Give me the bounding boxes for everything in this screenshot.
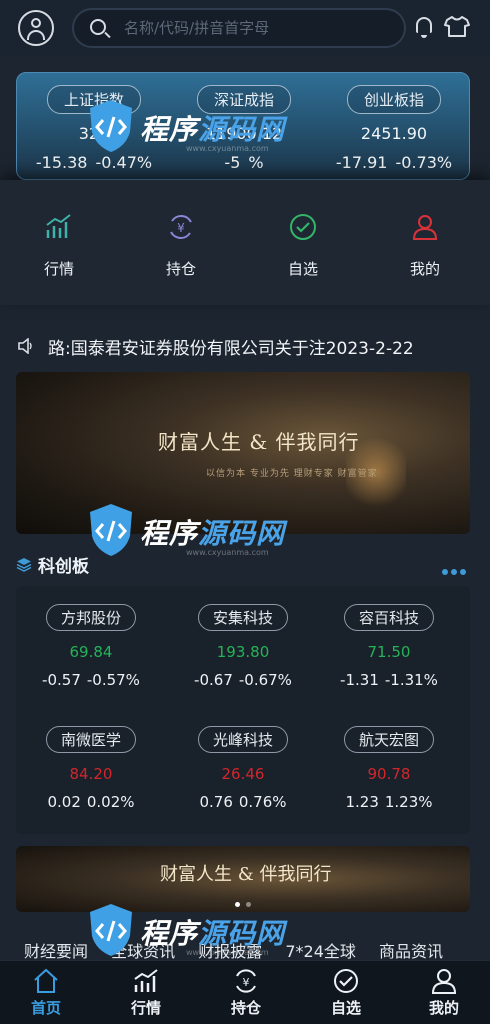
tab-label: 我的 [428, 999, 459, 1017]
tab-label: 持仓 [230, 999, 261, 1017]
shirt-icon[interactable] [444, 15, 470, 37]
svg-text:¥: ¥ [243, 976, 250, 989]
stock-name: 方邦股份 [45, 604, 136, 631]
yuan-cycle-icon: ¥ [236, 969, 256, 993]
index-change: -15.38 -0.47% [35, 153, 153, 172]
quick-nav-mine[interactable]: 我的 [380, 212, 470, 279]
quick-nav-label: 持仓 [165, 260, 196, 278]
notice-bar[interactable]: 路:国泰君安证券股份有限公司关于注2023-2-22 [0, 332, 490, 360]
stock-price: 90.78 [367, 765, 411, 783]
yuan-cycle-icon: ¥ [170, 215, 192, 239]
tab-holdings[interactable]: ¥ 持仓 [216, 967, 276, 1018]
stock-change: 1.23 1.23% [345, 793, 433, 811]
stock-change: 0.02 0.02% [47, 793, 135, 811]
index-name: 创业板指 [346, 85, 441, 114]
stock-name: 南微医学 [45, 726, 136, 753]
tab-label: 行情 [130, 999, 161, 1017]
stock-price: 26.46 [221, 765, 265, 783]
quick-nav-label: 我的 [409, 260, 440, 278]
chart-icon [46, 214, 71, 238]
quick-nav-market[interactable]: 行情 [14, 212, 104, 279]
quick-nav-label: 行情 [43, 260, 74, 278]
bottom-tab-bar: 首页 行情 ¥ 持仓 自选 我的 [0, 960, 490, 1024]
quick-nav-holdings[interactable]: ¥ 持仓 [136, 212, 226, 279]
stock-price: 193.80 [216, 643, 270, 661]
banner-slogan: 财富人生 & 伴我同行 [160, 864, 332, 885]
chart-icon [134, 969, 158, 992]
carousel-dots [232, 892, 254, 911]
tab-market[interactable]: 行情 [116, 967, 176, 1018]
banner-subtitle: 以信为本 专业为先 理财专家 财富管家 [206, 469, 378, 479]
user-icon [412, 215, 438, 240]
index-card: 上证指数 329 -15.38 -0.47% 深证成指 11900.12 -5% … [16, 72, 470, 180]
index-value: 2451.90 [360, 124, 428, 143]
stock-name: 容百科技 [343, 604, 434, 631]
news-tab[interactable]: 全球资讯 [111, 942, 175, 961]
stock-change: 0.76 0.76% [199, 793, 287, 811]
check-circle-icon [334, 969, 358, 993]
news-tab[interactable]: 财经要闻 [24, 942, 88, 961]
stock-card[interactable]: 容百科技 71.50 -1.31 -1.31% [314, 604, 464, 689]
tab-home[interactable]: 首页 [16, 967, 76, 1018]
svg-text:¥: ¥ [177, 221, 185, 235]
quick-nav-watchlist[interactable]: 自选 [258, 212, 348, 279]
index-change: -5% [224, 153, 264, 172]
check-circle-icon [290, 214, 316, 240]
stock-price: 69.84 [69, 643, 113, 661]
index-value: 329 [78, 124, 110, 143]
stock-change: -0.57 -0.57% [42, 671, 140, 689]
promo-banner-secondary[interactable]: 财富人生 & 伴我同行 [16, 846, 470, 912]
stock-price: 71.50 [367, 643, 411, 661]
home-icon [34, 968, 58, 993]
news-tab[interactable]: 商品资讯 [379, 942, 443, 961]
stock-price: 84.20 [69, 765, 113, 783]
avatar-icon[interactable] [18, 10, 54, 46]
quick-nav-label: 自选 [287, 260, 318, 278]
tab-label: 自选 [330, 999, 361, 1017]
index-name: 上证指数 [46, 85, 141, 114]
tab-mine[interactable]: 我的 [414, 967, 474, 1018]
top-bar [0, 0, 490, 56]
index-change: -17.91 -0.73% [335, 153, 453, 172]
index-item-shenzhen[interactable]: 深证成指 11900.12 -5% [169, 85, 319, 172]
bell-icon[interactable] [416, 17, 432, 38]
speaker-icon [18, 338, 32, 354]
stock-name: 安集科技 [197, 604, 288, 631]
index-value: 11900.12 [205, 124, 283, 143]
stock-card[interactable]: 南微医学 84.20 0.02 0.02% [16, 726, 166, 811]
stock-grid: 方邦股份 69.84 -0.57 -0.57% 安集科技 193.80 -0.67… [16, 586, 470, 834]
stock-change: -1.31 -1.31% [340, 671, 438, 689]
banner-slogan: 财富人生 & 伴我同行 [158, 430, 360, 454]
search-input[interactable] [124, 16, 394, 40]
stock-card[interactable]: 方邦股份 69.84 -0.57 -0.57% [16, 604, 166, 689]
stock-card[interactable]: 航天宏图 90.78 1.23 1.23% [314, 726, 464, 811]
promo-banner[interactable]: 财富人生 & 伴我同行 以信为本 专业为先 理财专家 财富管家 [16, 372, 470, 534]
tab-watchlist[interactable]: 自选 [316, 967, 376, 1018]
index-item-shanghai[interactable]: 上证指数 329 -15.38 -0.47% [19, 85, 169, 172]
search-icon [90, 19, 106, 35]
index-item-chinext[interactable]: 创业板指 2451.90 -17.91 -0.73% [319, 85, 469, 172]
section-title: 科创板 [38, 557, 89, 577]
notice-text: 路:国泰君安证券股份有限公司关于注2023-2-22 [48, 339, 414, 359]
section-header: 科创板 [16, 550, 474, 578]
news-tab[interactable]: 财报披露 [198, 942, 262, 961]
more-icon[interactable] [442, 560, 470, 575]
tab-label: 首页 [30, 999, 61, 1017]
layers-icon [16, 558, 32, 572]
user-icon [431, 969, 457, 994]
stock-change: -0.67 -0.67% [194, 671, 292, 689]
stock-card[interactable]: 光峰科技 26.46 0.76 0.76% [168, 726, 318, 811]
stock-name: 航天宏图 [343, 726, 434, 753]
stock-card[interactable]: 安集科技 193.80 -0.67 -0.67% [168, 604, 318, 689]
search-bar[interactable] [72, 8, 406, 48]
news-tab[interactable]: 7*24全球 [285, 942, 356, 961]
index-name: 深证成指 [196, 85, 291, 114]
stock-name: 光峰科技 [197, 726, 288, 753]
